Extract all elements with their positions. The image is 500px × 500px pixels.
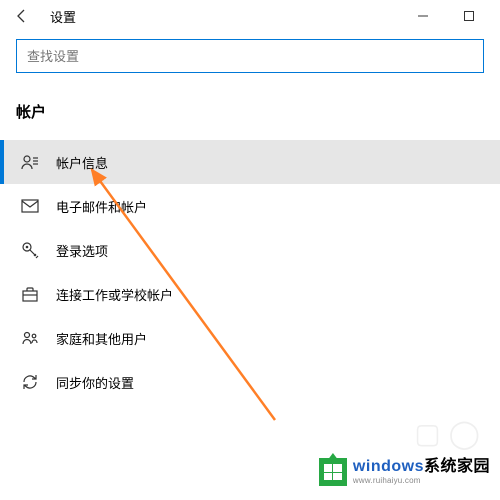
watermark-text: windows系统家园 www.ruihaiyu.com	[353, 459, 490, 485]
menu-item-email-accounts[interactable]: 电子邮件和帐户	[0, 184, 500, 228]
watermark-logo-icon	[319, 458, 347, 486]
menu-item-label: 家庭和其他用户	[56, 329, 147, 348]
sync-icon	[20, 372, 40, 392]
menu-item-label: 连接工作或学校帐户	[56, 285, 173, 304]
section-heading: 帐户	[0, 87, 500, 140]
titlebar: 设置	[0, 0, 500, 32]
minimize-button[interactable]	[400, 1, 446, 31]
menu-item-label: 电子邮件和帐户	[56, 197, 147, 216]
menu-item-work-school[interactable]: 连接工作或学校帐户	[0, 272, 500, 316]
key-icon	[20, 240, 40, 260]
briefcase-icon	[20, 284, 40, 304]
watermark-brand-b: 系统家园	[424, 458, 490, 475]
person-card-icon	[20, 152, 40, 172]
menu-item-label: 同步你的设置	[56, 373, 134, 392]
back-button[interactable]	[8, 2, 36, 30]
watermark-brand-a: windows	[353, 458, 424, 475]
menu-item-signin-options[interactable]: 登录选项	[0, 228, 500, 272]
search-box[interactable]	[16, 39, 484, 73]
mail-icon	[20, 196, 40, 216]
square-icon: ▢	[414, 417, 440, 450]
watermark: windows系统家园 www.ruihaiyu.com	[319, 458, 490, 486]
people-icon	[20, 328, 40, 348]
minimize-icon	[418, 11, 428, 21]
maximize-icon	[464, 11, 474, 21]
background-decor: ▢ ◯	[414, 417, 480, 450]
search-input[interactable]	[27, 49, 473, 64]
search-container	[0, 32, 500, 87]
menu-item-sync[interactable]: 同步你的设置	[0, 360, 500, 404]
menu-item-account-info[interactable]: 帐户信息	[0, 140, 500, 184]
watermark-url: www.ruihaiyu.com	[353, 477, 490, 485]
window-controls	[400, 1, 492, 31]
arrow-left-icon	[14, 8, 30, 24]
window-title: 设置	[50, 7, 76, 26]
menu-item-label: 帐户信息	[56, 153, 108, 172]
maximize-button[interactable]	[446, 1, 492, 31]
circle-icon: ◯	[449, 417, 480, 450]
menu-item-family-users[interactable]: 家庭和其他用户	[0, 316, 500, 360]
menu-item-label: 登录选项	[56, 241, 108, 260]
